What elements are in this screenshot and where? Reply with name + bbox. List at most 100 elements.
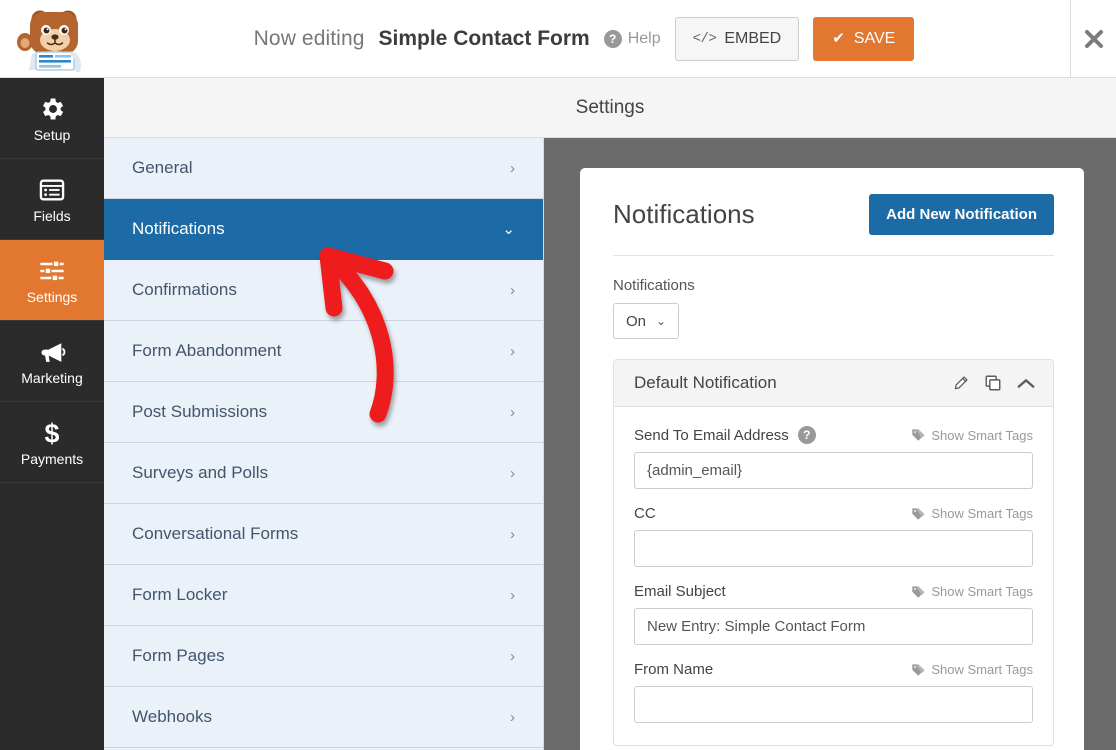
sidebar-item-payments[interactable]: $ Payments bbox=[0, 402, 104, 483]
email-subject-input[interactable] bbox=[634, 608, 1033, 645]
settings-item-label: Form Pages bbox=[132, 646, 225, 666]
sidebar-item-label: Setup bbox=[34, 128, 71, 142]
sliders-icon bbox=[38, 257, 66, 285]
notifications-panel: Notifications Add New Notification Notif… bbox=[580, 168, 1084, 750]
settings-item-label: Form Abandonment bbox=[132, 341, 281, 361]
sidebar-item-label: Marketing bbox=[21, 371, 82, 385]
field-label-text: Email Subject bbox=[634, 583, 726, 600]
form-name-title: Simple Contact Form bbox=[379, 27, 590, 51]
chevron-right-icon: › bbox=[510, 588, 515, 603]
close-builder-button[interactable] bbox=[1070, 0, 1116, 78]
default-notification-block: Default Notification bbox=[613, 359, 1054, 746]
panel-title-bar: Settings bbox=[104, 78, 1116, 138]
add-new-notification-button[interactable]: Add New Notification bbox=[869, 194, 1054, 235]
question-circle-icon[interactable]: ? bbox=[798, 426, 816, 444]
chevron-right-icon: › bbox=[510, 466, 515, 481]
list-panel-icon bbox=[38, 176, 66, 204]
settings-item-label: Form Locker bbox=[132, 585, 227, 605]
tag-icon bbox=[911, 428, 925, 442]
sidebar-item-fields[interactable]: Fields bbox=[0, 159, 104, 240]
settings-item-surveys-and-polls[interactable]: Surveys and Polls › bbox=[104, 443, 543, 504]
chevron-right-icon: › bbox=[510, 405, 515, 420]
field-label: From Name bbox=[634, 661, 713, 678]
settings-item-confirmations[interactable]: Confirmations › bbox=[104, 260, 543, 321]
pencil-glyph bbox=[952, 375, 969, 392]
field-email-subject: Email Subject Show Smart Tags bbox=[634, 583, 1033, 645]
default-notification-body: Send To Email Address ? Show bbox=[614, 407, 1053, 745]
show-smart-tags-button[interactable]: Show Smart Tags bbox=[911, 584, 1033, 599]
settings-item-form-locker[interactable]: Form Locker › bbox=[104, 565, 543, 626]
chevron-right-icon: › bbox=[510, 649, 515, 664]
smart-tags-label: Show Smart Tags bbox=[931, 506, 1033, 521]
chevron-up-icon[interactable] bbox=[1017, 377, 1035, 390]
sidebar-item-settings[interactable]: Settings bbox=[0, 240, 104, 321]
notifications-heading: Notifications bbox=[613, 199, 755, 230]
pencil-icon[interactable] bbox=[952, 375, 969, 392]
sidebar-item-label: Settings bbox=[27, 290, 78, 304]
notifications-header: Notifications Add New Notification bbox=[613, 194, 1054, 256]
show-smart-tags-button[interactable]: Show Smart Tags bbox=[911, 506, 1033, 521]
default-notification-title: Default Notification bbox=[634, 373, 777, 393]
field-label-text: Send To Email Address bbox=[634, 427, 789, 444]
save-button[interactable]: ✔ SAVE bbox=[813, 17, 914, 61]
embed-label: EMBED bbox=[724, 30, 781, 48]
settings-item-post-submissions[interactable]: Post Submissions › bbox=[104, 382, 543, 443]
now-editing-label: Now editing bbox=[254, 27, 365, 51]
chevron-right-icon: › bbox=[510, 283, 515, 298]
settings-content-area: Notifications Add New Notification Notif… bbox=[545, 138, 1116, 750]
settings-item-label: Webhooks bbox=[132, 707, 212, 727]
settings-item-webhooks[interactable]: Webhooks › bbox=[104, 687, 543, 748]
settings-item-label: Confirmations bbox=[132, 280, 237, 300]
check-icon: ✔ bbox=[832, 31, 845, 46]
smart-tags-label: Show Smart Tags bbox=[931, 662, 1033, 677]
help-button[interactable]: ? Help bbox=[604, 30, 661, 48]
sidebar-item-label: Payments bbox=[21, 452, 83, 466]
wpforms-form-builder: Now editing Simple Contact Form ? Help <… bbox=[0, 0, 1116, 750]
sidebar-item-marketing[interactable]: Marketing bbox=[0, 321, 104, 402]
question-circle-icon: ? bbox=[604, 30, 622, 48]
field-label: Send To Email Address ? bbox=[634, 426, 816, 444]
svg-text:$: $ bbox=[45, 419, 60, 447]
settings-item-notifications[interactable]: Notifications ⌄ bbox=[104, 199, 543, 260]
tag-icon bbox=[911, 507, 925, 521]
settings-item-label: Post Submissions bbox=[132, 402, 267, 422]
page-title: Settings bbox=[576, 97, 645, 119]
copy-icon[interactable] bbox=[984, 374, 1002, 392]
settings-item-label: Conversational Forms bbox=[132, 524, 298, 544]
header-center: Now editing Simple Contact Form ? Help <… bbox=[104, 17, 1070, 61]
field-label-text: From Name bbox=[634, 661, 713, 678]
collapse-glyph bbox=[1017, 377, 1035, 390]
embed-button[interactable]: </> EMBED bbox=[675, 17, 800, 61]
show-smart-tags-button[interactable]: Show Smart Tags bbox=[911, 428, 1033, 443]
notifications-toggle-select[interactable]: On ⌄ bbox=[613, 303, 679, 339]
field-label-text: CC bbox=[634, 505, 656, 522]
sidebar-item-setup[interactable]: Setup bbox=[0, 78, 104, 159]
chevron-right-icon: › bbox=[510, 527, 515, 542]
sidebar-item-label: Fields bbox=[33, 209, 70, 223]
help-label: Help bbox=[628, 30, 661, 48]
from-name-input[interactable] bbox=[634, 686, 1033, 723]
field-from-name: From Name Show Smart Tags bbox=[634, 661, 1033, 723]
cc-input[interactable] bbox=[634, 530, 1033, 567]
code-brackets-icon: </> bbox=[693, 31, 717, 47]
show-smart-tags-button[interactable]: Show Smart Tags bbox=[911, 662, 1033, 677]
settings-item-form-pages[interactable]: Form Pages › bbox=[104, 626, 543, 687]
wpforms-logo bbox=[0, 0, 104, 78]
chevron-right-icon: › bbox=[510, 161, 515, 176]
settings-item-label: Surveys and Polls bbox=[132, 463, 268, 483]
chevron-right-icon: › bbox=[510, 344, 515, 359]
field-label: Email Subject bbox=[634, 583, 726, 600]
field-label: CC bbox=[634, 505, 656, 522]
default-notification-header: Default Notification bbox=[614, 360, 1053, 407]
settings-item-form-abandonment[interactable]: Form Abandonment › bbox=[104, 321, 543, 382]
settings-item-general[interactable]: General › bbox=[104, 138, 543, 199]
wpforms-mascot-bear-logo bbox=[13, 6, 91, 72]
save-label: SAVE bbox=[854, 30, 896, 48]
settings-item-conversational-forms[interactable]: Conversational Forms › bbox=[104, 504, 543, 565]
notification-actions bbox=[952, 374, 1035, 392]
smart-tags-label: Show Smart Tags bbox=[931, 584, 1033, 599]
megaphone-icon bbox=[38, 338, 66, 366]
notifications-toggle-label: Notifications bbox=[613, 277, 1054, 294]
send-to-email-input[interactable] bbox=[634, 452, 1033, 489]
field-cc: CC Show Smart Tags bbox=[634, 505, 1033, 567]
